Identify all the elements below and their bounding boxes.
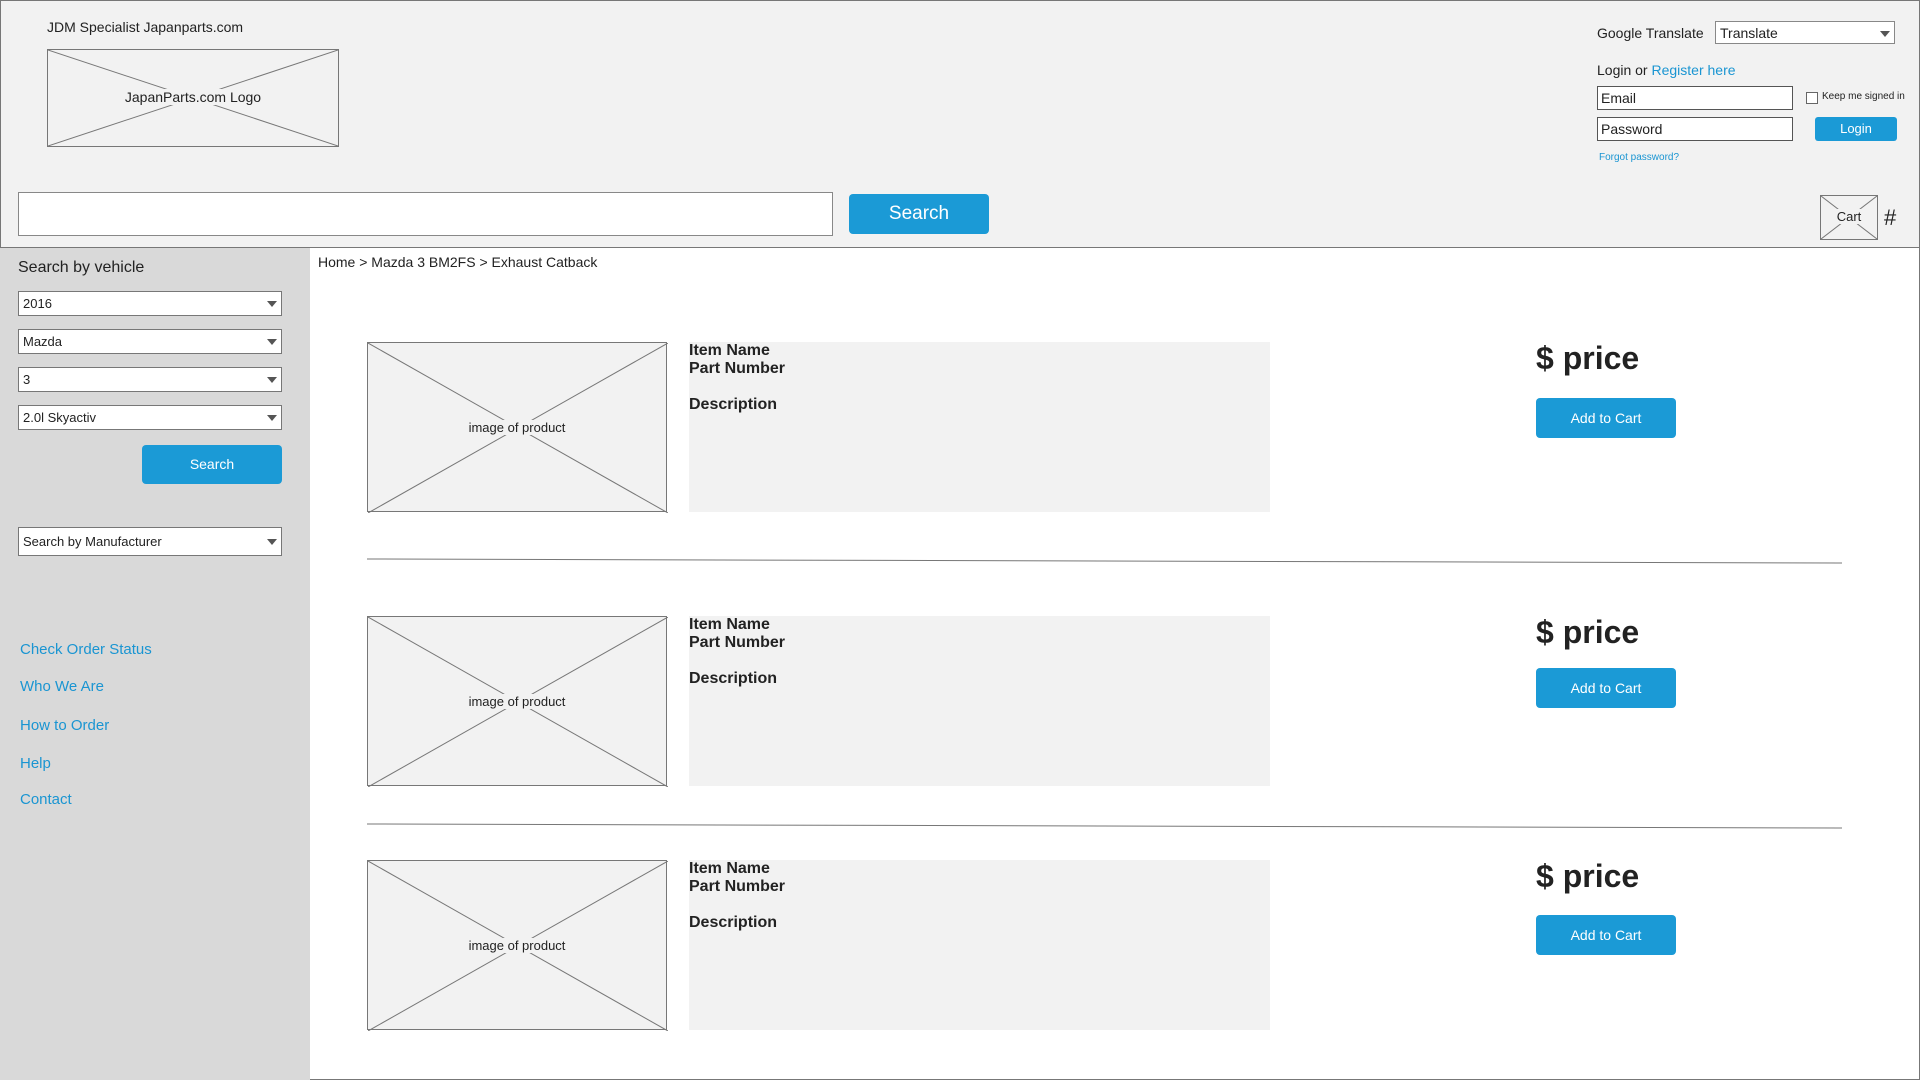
site-logo[interactable]: JapanParts.com Logo [47,49,339,147]
add-to-cart-button[interactable]: Add to Cart [1536,398,1676,438]
product-image[interactable]: image of product [367,860,668,1031]
cart-count: # [1884,205,1897,230]
forgot-password-link[interactable]: Forgot password? [1599,152,1679,163]
password-field[interactable]: Password [1597,117,1793,141]
item-name[interactable]: Item Name [689,616,770,634]
how-to-order-link[interactable]: How to Order [20,717,109,734]
login-prompt: Login or Register here [1597,62,1736,78]
google-translate-label: Google Translate [1597,25,1704,41]
product-details: Item Name Part Number Description [689,342,1270,512]
add-to-cart-button[interactable]: Add to Cart [1536,915,1676,955]
register-link[interactable]: Register here [1651,62,1735,78]
search-by-vehicle-title: Search by vehicle [18,259,145,276]
login-prefix: Login or [1597,62,1648,78]
product-price: $ price [1536,614,1640,650]
product-image-text: image of product [465,420,569,435]
who-we-are-link[interactable]: Who We Are [20,678,104,695]
product-image-text: image of product [465,938,569,953]
email-field-text: Email [1601,90,1637,106]
vehicle-search-button[interactable]: Search [142,445,282,484]
chevron-down-icon [1880,31,1890,37]
product-description: Description [689,670,778,687]
manufacturer-select[interactable]: Search by Manufacturer [18,527,282,556]
product-price: $ price [1536,858,1640,894]
cart-button[interactable]: Cart [1820,195,1878,240]
product-details: Item Name Part Number Description [689,860,1270,1030]
site-tagline: JDM Specialist Japanparts.com [47,19,244,35]
help-link[interactable]: Help [20,755,51,772]
model-value: 3 [23,372,31,387]
product-price: $ price [1536,340,1640,376]
contact-link[interactable]: Contact [20,791,72,808]
keep-signed-in-checkbox[interactable] [1806,92,1818,104]
translate-select[interactable]: Translate [1715,21,1895,44]
check-order-status-link[interactable]: Check Order Status [20,641,152,658]
engine-select[interactable]: 2.0l Skyactiv [18,405,282,430]
model-select[interactable]: 3 [18,367,282,392]
logo-text: JapanParts.com Logo [120,89,266,105]
make-select[interactable]: Mazda [18,329,282,354]
product-image[interactable]: image of product [367,616,668,787]
item-name[interactable]: Item Name [689,342,770,360]
engine-value: 2.0l Skyactiv [23,410,96,425]
product-image-text: image of product [465,694,569,709]
translate-value: Translate [1720,25,1778,41]
item-name[interactable]: Item Name [689,860,770,878]
part-number: Part Number [689,360,786,377]
product-description: Description [689,396,778,413]
year-select[interactable]: 2016 [18,291,282,316]
cart-label: Cart [1834,209,1864,224]
add-to-cart-button[interactable]: Add to Cart [1536,668,1676,708]
part-number: Part Number [689,878,786,895]
make-value: Mazda [23,334,63,349]
search-button[interactable]: Search [849,194,989,234]
product-details: Item Name Part Number Description [689,616,1270,786]
manufacturer-value: Search by Manufacturer [23,534,162,549]
chevron-down-icon [267,339,277,345]
part-number: Part Number [689,634,786,651]
chevron-down-icon [267,539,277,545]
breadcrumb: Home > Mazda 3 BM2FS > Exhaust Catback [318,254,598,270]
divider [367,823,1842,829]
product-description: Description [689,914,778,931]
divider [367,558,1842,564]
product-image[interactable]: image of product [367,342,668,513]
login-button[interactable]: Login [1815,117,1897,141]
email-field[interactable]: Email [1597,86,1793,110]
chevron-down-icon [267,377,277,383]
year-value: 2016 [23,296,52,311]
chevron-down-icon [267,415,277,421]
chevron-down-icon [267,301,277,307]
search-input[interactable] [18,192,833,236]
keep-signed-in-label: Keep me signed in [1822,91,1905,102]
password-field-text: Password [1601,121,1663,137]
